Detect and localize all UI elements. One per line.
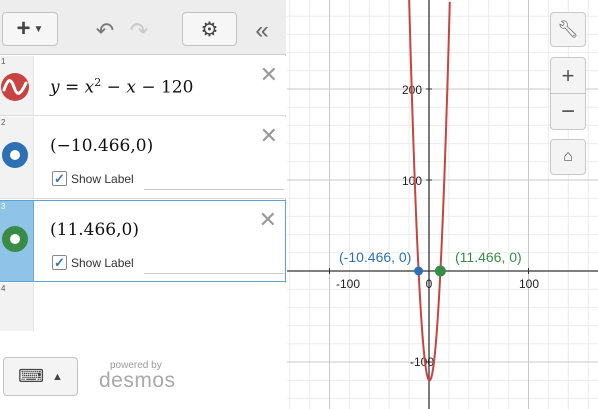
math-constant: − 120 <box>135 77 194 98</box>
redo-button[interactable]: ↷ <box>122 14 156 48</box>
delete-expression-button[interactable]: ✕ <box>260 62 278 88</box>
x-tick-label: 0 <box>426 277 433 291</box>
checkbox-checked-icon[interactable]: ✓ <box>52 171 67 186</box>
graph-settings-button[interactable]: 🔧︎ <box>550 12 586 47</box>
zoom-out-button[interactable]: − <box>550 93 586 130</box>
expression-number: 2 <box>1 118 6 127</box>
x-tick-label: 100 <box>519 277 539 291</box>
caret-up-icon: ▲ <box>52 370 63 383</box>
label-input[interactable] <box>144 189 284 190</box>
expression-math[interactable]: (−10.466,0) <box>50 136 153 156</box>
gear-icon: ⚙ <box>200 18 219 41</box>
double-chevron-left-icon: « <box>255 17 269 44</box>
redo-icon: ↷ <box>129 18 149 43</box>
wrench-icon: 🔧︎ <box>557 19 579 39</box>
collapse-panel-button[interactable]: « <box>247 14 277 48</box>
expression-gutter: 4 <box>0 283 34 331</box>
expression-gutter: 3 <box>0 201 34 281</box>
show-label-toggle[interactable]: ✓ Show Label <box>52 171 134 186</box>
point-icon[interactable] <box>2 142 28 168</box>
keyboard-icon: ⌨ <box>18 366 45 386</box>
expression-number: 4 <box>1 284 6 293</box>
point-neg-root[interactable] <box>414 266 424 276</box>
point-label-neg-root: (-10.466, 0) <box>339 249 411 265</box>
delete-expression-button[interactable]: ✕ <box>259 207 277 233</box>
math-minus: − <box>101 77 127 98</box>
checkbox-checked-icon[interactable]: ✓ <box>52 255 67 270</box>
expression-number: 1 <box>1 57 6 66</box>
x-tick-label: -100 <box>336 277 360 291</box>
y-tick-label: -100 <box>410 355 434 369</box>
undo-button[interactable]: ↶ <box>88 14 122 48</box>
expression-math[interactable]: y = x2 − x − 120 <box>50 76 193 98</box>
add-item-button[interactable]: + ▼ <box>2 12 58 46</box>
expression-toolbar: + ▼ ↶ ↷ ⚙ « <box>0 0 286 55</box>
show-label-text: Show Label <box>71 171 134 186</box>
minus-icon: − <box>560 97 575 125</box>
home-icon: ⌂ <box>563 148 573 165</box>
desmos-logo[interactable]: desmos <box>99 369 176 393</box>
default-viewport-button[interactable]: ⌂ <box>550 139 586 175</box>
expression-gutter: 1 <box>0 56 34 115</box>
undo-icon: ↶ <box>95 18 115 43</box>
delete-expression-button[interactable]: ✕ <box>260 123 278 149</box>
desmos-calculator: + ▼ ↶ ↷ ⚙ « 1 y = x2 − x − 120 ✕ 2 (−10.… <box>0 0 598 409</box>
label-input[interactable] <box>144 273 284 274</box>
point-pos-root[interactable] <box>434 265 446 277</box>
graph-curve-icon[interactable] <box>0 72 30 102</box>
expression-panel: + ▼ ↶ ↷ ⚙ « 1 y = x2 − x − 120 ✕ 2 (−10.… <box>0 0 286 409</box>
show-label-toggle[interactable]: ✓ Show Label <box>52 255 134 270</box>
point-icon[interactable] <box>2 226 28 252</box>
chevron-down-icon: ▼ <box>33 23 44 35</box>
y-tick-label: 100 <box>402 174 422 188</box>
expression-gutter: 2 <box>0 117 34 198</box>
zoom-in-button[interactable]: + <box>550 57 586 94</box>
settings-button[interactable]: ⚙ <box>182 12 237 46</box>
math-var-y: y <box>50 77 60 98</box>
math-var-x: x <box>84 77 95 98</box>
show-label-text: Show Label <box>71 255 134 270</box>
add-label: + <box>16 15 31 42</box>
graph-paper[interactable]: -100 0 100 200 100 -100 (-10.466, 0) (11… <box>287 0 598 409</box>
expression-row-3[interactable]: 3 (11.466,0) ✕ ✓ Show Label <box>0 200 286 282</box>
expression-row-1[interactable]: 1 y = x2 − x − 120 ✕ <box>0 56 286 116</box>
keyboard-toggle-button[interactable]: ⌨ ▲ <box>3 357 78 396</box>
math-var-x: x <box>126 77 136 98</box>
math-equals: = <box>59 77 85 98</box>
point-label-pos-root: (11.466, 0) <box>455 249 522 265</box>
expression-math[interactable]: (11.466,0) <box>50 220 139 240</box>
expression-number: 3 <box>1 202 6 211</box>
expression-row-2[interactable]: 2 (−10.466,0) ✕ ✓ Show Label <box>0 117 286 199</box>
plus-icon: + <box>561 62 575 88</box>
